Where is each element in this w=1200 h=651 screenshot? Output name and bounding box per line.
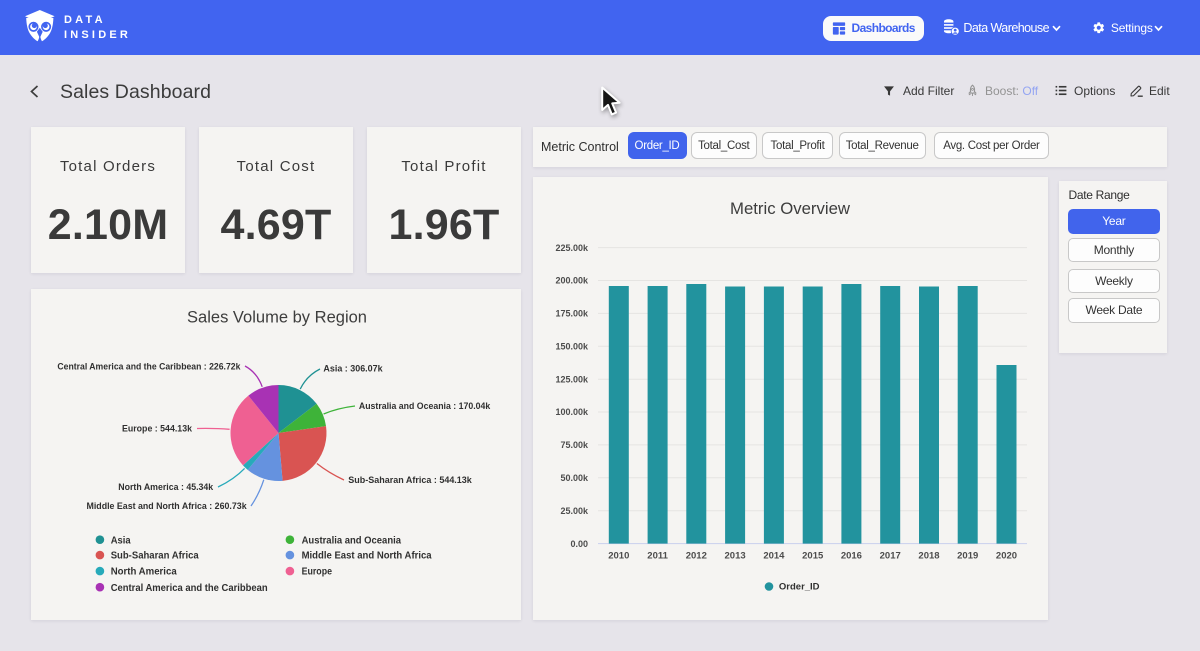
- svg-text:Australia and Oceania : 170.04: Australia and Oceania : 170.04k: [359, 401, 491, 412]
- svg-text:2020: 2020: [996, 551, 1017, 562]
- svg-text:2019: 2019: [957, 551, 978, 562]
- svg-text:125.00k: 125.00k: [555, 374, 589, 384]
- svg-text:Central America and the Caribb: Central America and the Caribbean : 226.…: [57, 362, 241, 373]
- svg-text:North America : 45.34k: North America : 45.34k: [118, 482, 214, 493]
- svg-text:North America: North America: [111, 567, 177, 578]
- svg-text:150.00k: 150.00k: [555, 342, 589, 352]
- svg-text:Sub-Saharan Africa : 544.13k: Sub-Saharan Africa : 544.13k: [348, 475, 472, 486]
- svg-text:2015: 2015: [802, 551, 824, 562]
- svg-text:Europe: Europe: [302, 567, 333, 578]
- svg-text:175.00k: 175.00k: [555, 309, 589, 319]
- svg-text:100.00k: 100.00k: [555, 407, 589, 417]
- svg-text:Sales Volume by Region: Sales Volume by Region: [187, 309, 367, 327]
- svg-text:Sub-Saharan Africa: Sub-Saharan Africa: [111, 551, 199, 562]
- svg-text:2017: 2017: [880, 551, 901, 562]
- svg-text:50.00k: 50.00k: [560, 473, 589, 483]
- svg-text:2018: 2018: [918, 551, 939, 562]
- svg-text:2016: 2016: [841, 551, 862, 562]
- svg-text:Central America and the Caribb: Central America and the Caribbean: [111, 583, 268, 594]
- svg-text:75.00k: 75.00k: [560, 440, 589, 450]
- svg-text:200.00k: 200.00k: [555, 276, 589, 286]
- svg-text:Europe : 544.13k: Europe : 544.13k: [122, 423, 193, 434]
- svg-text:2010: 2010: [608, 551, 629, 562]
- svg-text:2013: 2013: [725, 551, 746, 562]
- svg-text:0.00: 0.00: [570, 539, 588, 549]
- svg-text:225.00k: 225.00k: [555, 243, 589, 253]
- svg-text:Australia and Oceania: Australia and Oceania: [302, 535, 402, 546]
- svg-text:2014: 2014: [763, 551, 785, 562]
- svg-text:Middle East and North Africa: Middle East and North Africa: [302, 551, 432, 562]
- svg-text:Middle East and North Africa :: Middle East and North Africa : 260.73k: [87, 501, 248, 512]
- svg-text:2011: 2011: [647, 551, 668, 562]
- svg-text:Order_ID: Order_ID: [779, 582, 820, 593]
- svg-text:Metric Overview: Metric Overview: [730, 199, 851, 218]
- svg-text:25.00k: 25.00k: [560, 506, 589, 516]
- svg-text:Asia: Asia: [111, 535, 131, 546]
- svg-text:Asia : 306.07k: Asia : 306.07k: [323, 364, 383, 375]
- svg-text:2012: 2012: [686, 551, 707, 562]
